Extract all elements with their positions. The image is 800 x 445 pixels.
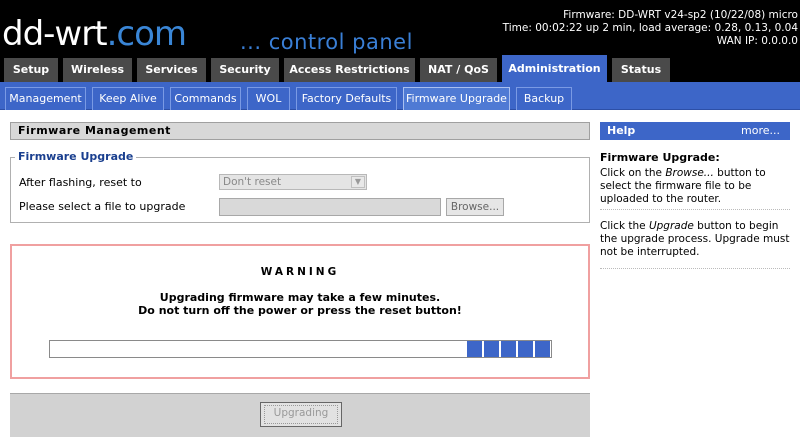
progress-bar: [49, 340, 552, 358]
chevron-down-icon: ▼: [351, 176, 365, 188]
tab-services[interactable]: Services: [137, 58, 206, 82]
help-paragraph-browse: Click on the Browse... button to select …: [600, 167, 790, 206]
progress-fill: [465, 341, 550, 357]
subtab-factory-defaults[interactable]: Factory Defaults: [296, 87, 397, 110]
upgrade-button-focus-ring: [264, 405, 338, 424]
section-title: Firmware Management: [10, 122, 590, 140]
help-emphasis: Browse...: [665, 167, 714, 179]
logo-text-1: dd-wrt: [2, 14, 108, 54]
progress-block: [518, 341, 533, 357]
help-header: Help more...: [600, 122, 790, 140]
tab-setup[interactable]: Setup: [4, 58, 58, 82]
fieldset-legend: Firmware Upgrade: [15, 150, 137, 163]
progress-block: [467, 341, 482, 357]
help-emphasis: Upgrade: [648, 220, 694, 232]
subtab-firmware-upgrade[interactable]: Firmware Upgrade: [403, 87, 510, 110]
tab-administration[interactable]: Administration: [502, 55, 607, 82]
file-label: Please select a file to upgrade: [19, 200, 186, 213]
tab-wireless[interactable]: Wireless: [63, 58, 132, 82]
warning-line-1: Upgrading firmware may take a few minute…: [159, 291, 441, 304]
browse-button[interactable]: Browse...: [446, 198, 504, 216]
warning-line-2: Do not turn off the power or press the r…: [138, 304, 462, 317]
content-area: Firmware Management Firmware Upgrade Aft…: [0, 111, 800, 445]
warning-title: WARNING: [260, 266, 340, 278]
subtab-keep-alive[interactable]: Keep Alive: [92, 87, 164, 110]
help-divider: [600, 209, 790, 210]
help-paragraph-upgrade: Click the Upgrade button to begin the up…: [600, 220, 790, 259]
button-bar: Upgrading: [10, 393, 590, 437]
wan-ip: WAN IP: 0.0.0.0: [716, 35, 798, 47]
help-text: Click on the: [600, 167, 666, 179]
firmware-version: Firmware: DD-WRT v24-sp2 (10/22/08) micr…: [563, 9, 798, 21]
warning-box: WARNING Upgrading firmware may take a fe…: [10, 244, 590, 379]
help-divider: [600, 268, 790, 269]
progress-block: [535, 341, 550, 357]
tab-security[interactable]: Security: [211, 58, 279, 82]
reset-select[interactable]: Don't reset ▼: [219, 174, 367, 190]
tab-nat-qos[interactable]: NAT / QoS: [420, 58, 497, 82]
tab-status[interactable]: Status: [612, 58, 670, 82]
help-text: Click the: [600, 220, 649, 232]
sub-tabs: Management Keep Alive Commands WOL Facto…: [0, 82, 800, 110]
logo-text-2: .com: [106, 14, 187, 54]
subtab-commands[interactable]: Commands: [170, 87, 241, 110]
progress-block: [484, 341, 499, 357]
header: dd-wrt.com ... control panel Firmware: D…: [0, 0, 800, 58]
subtab-management[interactable]: Management: [5, 87, 86, 110]
file-path-input[interactable]: [219, 198, 441, 216]
upgrade-button[interactable]: Upgrading: [260, 402, 342, 427]
ddwrt-logo: dd-wrt.com: [2, 14, 187, 54]
help-title-label: Help: [607, 124, 636, 137]
help-topic-title: Firmware Upgrade:: [600, 151, 720, 164]
control-panel-title: ... control panel: [240, 30, 413, 54]
firmware-upgrade-fieldset: Firmware Upgrade After flashing, reset t…: [10, 150, 590, 223]
main-tabs: Setup Wireless Services Security Access …: [0, 55, 800, 82]
firmware-info: Firmware: DD-WRT v24-sp2 (10/22/08) micr…: [503, 9, 798, 48]
subtab-wol[interactable]: WOL: [247, 87, 290, 110]
reset-label: After flashing, reset to: [19, 176, 142, 189]
subtab-backup[interactable]: Backup: [516, 87, 572, 110]
uptime: Time: 00:02:22 up 2 min, load average: 0…: [502, 22, 798, 34]
progress-block: [501, 341, 516, 357]
help-more-link[interactable]: more...: [741, 122, 780, 140]
reset-select-value: Don't reset: [223, 176, 282, 188]
tab-access-restrictions[interactable]: Access Restrictions: [284, 58, 415, 82]
